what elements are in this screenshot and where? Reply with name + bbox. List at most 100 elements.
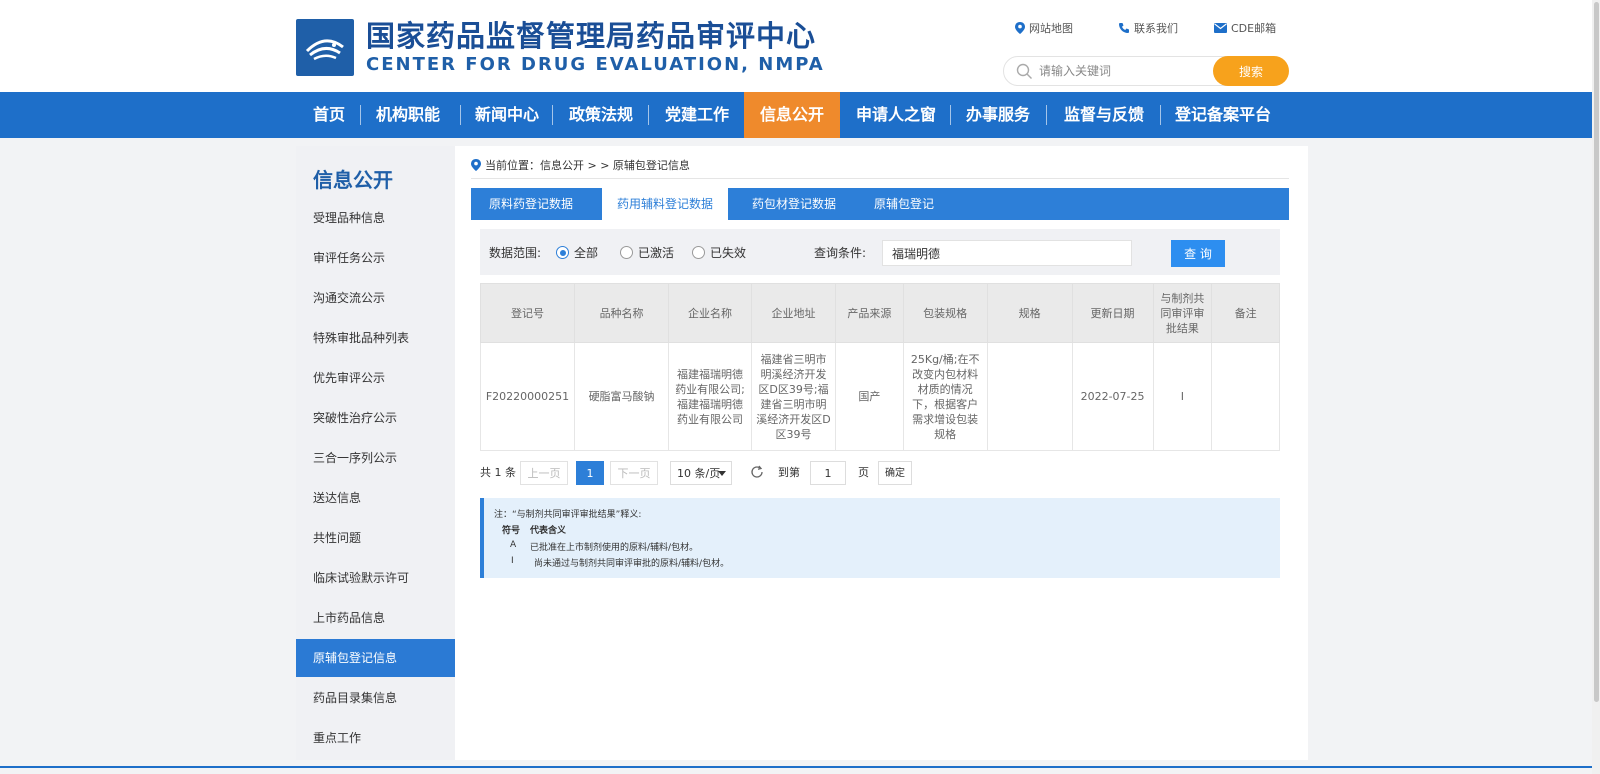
query-button[interactable]: 查 询 [1171, 240, 1225, 267]
column-header: 包装规格 [902, 283, 988, 343]
note-meaning: 已批准在上市制剂使用的原料/辅料/包材。 [530, 543, 699, 553]
table-header-row: 登记号 品种名称 企业名称 企业地址 产品来源 包装规格 规格 更新日期 与制剂… [479, 283, 1280, 343]
nav-divider [360, 105, 361, 125]
nav-item-party[interactable]: 党建工作 [657, 92, 737, 138]
pager-prev-button[interactable]: 上一页 [520, 461, 568, 485]
tabs-bar: 原料药登记数据 药用辅料登记数据 药包材登记数据 原辅包登记 [471, 188, 1289, 221]
sidebar-item-breakthrough[interactable]: 突破性治疗公示 [296, 399, 455, 437]
nav-divider [460, 105, 461, 125]
note-symbol: A [510, 540, 517, 550]
refresh-button[interactable] [750, 459, 764, 483]
cell-packaging: 25Kg/桶;在不改变内包材料材质的情况下，根据客户需求增设包装规格 [902, 342, 988, 451]
cell-spec [986, 342, 1073, 451]
sidebar-item-api-excipient-registration[interactable]: 原辅包登记信息 [296, 639, 455, 677]
cde-logo[interactable] [296, 19, 354, 76]
column-header: 企业地址 [751, 283, 836, 343]
main-nav: 首页 机构职能 新闻中心 政策法规 党建工作 信息公开 申请人之窗 办事服务 监… [0, 92, 1600, 138]
note-header-symbol: 符号 [502, 526, 521, 536]
pager-confirm-button[interactable]: 确定 [878, 461, 912, 485]
tab-packaging-data[interactable]: 药包材登记数据 [742, 188, 846, 220]
nav-divider [950, 105, 951, 125]
sidebar-item-accepted-varieties[interactable]: 受理品种信息 [296, 199, 455, 237]
cell-update-date: 2022-07-25 [1071, 342, 1154, 451]
mail-link[interactable]: CDE邮箱 [1214, 20, 1276, 36]
page-size-select[interactable]: 10 条/页 [670, 461, 732, 485]
cell-company-name: 福建福瑞明德药业有限公司;福建福瑞明德药业有限公司 [668, 342, 753, 451]
sidebar-item-communication[interactable]: 沟通交流公示 [296, 279, 455, 317]
column-header: 备注 [1211, 283, 1280, 343]
cell-remark [1211, 342, 1280, 451]
tab-api-data[interactable]: 原料药登记数据 [479, 188, 583, 220]
legend-note: 注：“与制剂共同审评审批结果”释义: 符号 代表含义 A 已批准在上市制剂使用的… [480, 498, 1280, 578]
location-pin-icon [1015, 22, 1025, 34]
sidebar-item-key-work[interactable]: 重点工作 [296, 719, 455, 757]
chevron-down-icon [718, 471, 726, 476]
search-icon [1016, 63, 1032, 79]
column-header: 登记号 [479, 283, 576, 343]
sidebar: 信息公开 受理品种信息 审评任务公示 沟通交流公示 特殊审批品种列表 优先审评公… [296, 146, 455, 760]
nav-divider [1046, 105, 1047, 125]
cell-company-address: 福建省三明市明溪经济开发区D区39号;福建省三明市明溪经济开发区D区39号 [751, 342, 836, 451]
scrollbar-thumb[interactable] [1594, 2, 1599, 702]
nav-item-home[interactable]: 首页 [302, 92, 356, 138]
site-header: 国家药品监督管理局药品审评中心 CENTER FOR DRUG EVALUATI… [0, 0, 1600, 92]
breadcrumb-text: 当前位置：信息公开 > > 原辅包登记信息 [485, 159, 690, 172]
cell-variety-name: 硬脂富马酸钠 [574, 342, 670, 451]
nav-item-info-public[interactable]: 信息公开 [744, 92, 840, 138]
nav-item-news[interactable]: 新闻中心 [467, 92, 547, 138]
radio-expired[interactable]: 已失效 [692, 244, 746, 261]
nav-item-registration-platform[interactable]: 登记备案平台 [1168, 92, 1278, 138]
tab-registration[interactable]: 原辅包登记 [864, 188, 944, 220]
pager-current-page[interactable]: 1 [576, 461, 604, 485]
nav-divider [648, 105, 649, 125]
note-symbol: I [511, 556, 514, 566]
site-search-input[interactable] [1039, 61, 1199, 81]
column-header: 与制剂共同审评审批结果 [1152, 283, 1213, 343]
radio-all-label: 全部 [574, 246, 599, 260]
sidebar-item-marketed-drugs[interactable]: 上市药品信息 [296, 599, 455, 637]
radio-all[interactable]: 全部 [556, 244, 598, 261]
column-header: 规格 [986, 283, 1073, 343]
page: 国家药品监督管理局药品审评中心 CENTER FOR DRUG EVALUATI… [0, 0, 1600, 774]
sidebar-item-three-in-one[interactable]: 三合一序列公示 [296, 439, 455, 477]
column-header: 产品来源 [834, 283, 904, 343]
cell-source: 国产 [834, 342, 904, 451]
sitemap-link[interactable]: 网站地图 [1015, 20, 1073, 36]
registration-table: 登记号 品种名称 企业名称 企业地址 产品来源 包装规格 规格 更新日期 与制剂… [479, 283, 1280, 451]
scope-label: 数据范围: [489, 246, 542, 260]
breadcrumb: 当前位置：信息公开 > > 原辅包登记信息 [471, 157, 690, 173]
sidebar-item-delivery[interactable]: 送达信息 [296, 479, 455, 517]
phone-icon [1119, 23, 1129, 33]
query-label: 查询条件: [814, 246, 867, 260]
contact-label: 联系我们 [1134, 22, 1178, 35]
page-size-label: 10 条/页 [677, 467, 721, 480]
note-header-meaning: 代表含义 [530, 526, 567, 536]
footer-divider [0, 766, 1600, 768]
sidebar-item-drug-catalog[interactable]: 药品目录集信息 [296, 679, 455, 717]
logo-emblem-icon [305, 39, 344, 60]
filter-panel: 数据范围: 全部 已激活 已失效 查询条件: [480, 229, 1280, 275]
nav-item-services[interactable]: 办事服务 [958, 92, 1038, 138]
query-input[interactable] [882, 240, 1132, 266]
sidebar-item-review-tasks[interactable]: 审评任务公示 [296, 239, 455, 277]
sidebar-item-common-issues[interactable]: 共性问题 [296, 519, 455, 557]
sidebar-item-priority-review[interactable]: 优先审评公示 [296, 359, 455, 397]
site-search-button[interactable]: 搜索 [1213, 56, 1289, 86]
contact-link[interactable]: 联系我们 [1118, 20, 1178, 36]
radio-activated[interactable]: 已激活 [620, 244, 674, 261]
nav-item-supervision[interactable]: 监督与反馈 [1054, 92, 1154, 138]
nav-item-organization[interactable]: 机构职能 [370, 92, 446, 138]
nav-item-applicant[interactable]: 申请人之窗 [850, 92, 942, 138]
radio-activated-label: 已激活 [638, 246, 675, 260]
sidebar-item-special-approval[interactable]: 特殊审批品种列表 [296, 319, 455, 357]
mail-label: CDE邮箱 [1231, 22, 1277, 35]
radio-unchecked-icon [692, 246, 705, 259]
pager-total: 共 1 条 [480, 466, 516, 479]
nav-item-policy[interactable]: 政策法规 [561, 92, 641, 138]
tab-excipient-data[interactable]: 药用辅料登记数据 [602, 188, 728, 221]
pager-goto-input[interactable]: 1 [810, 461, 846, 485]
sidebar-item-clinical-trial[interactable]: 临床试验默示许可 [296, 559, 455, 597]
pager-page-unit: 页 [858, 466, 869, 479]
note-meaning: 尚未通过与制剂共同审评审批的原料/辅料/包材。 [534, 559, 730, 569]
pager-next-button[interactable]: 下一页 [610, 461, 658, 485]
